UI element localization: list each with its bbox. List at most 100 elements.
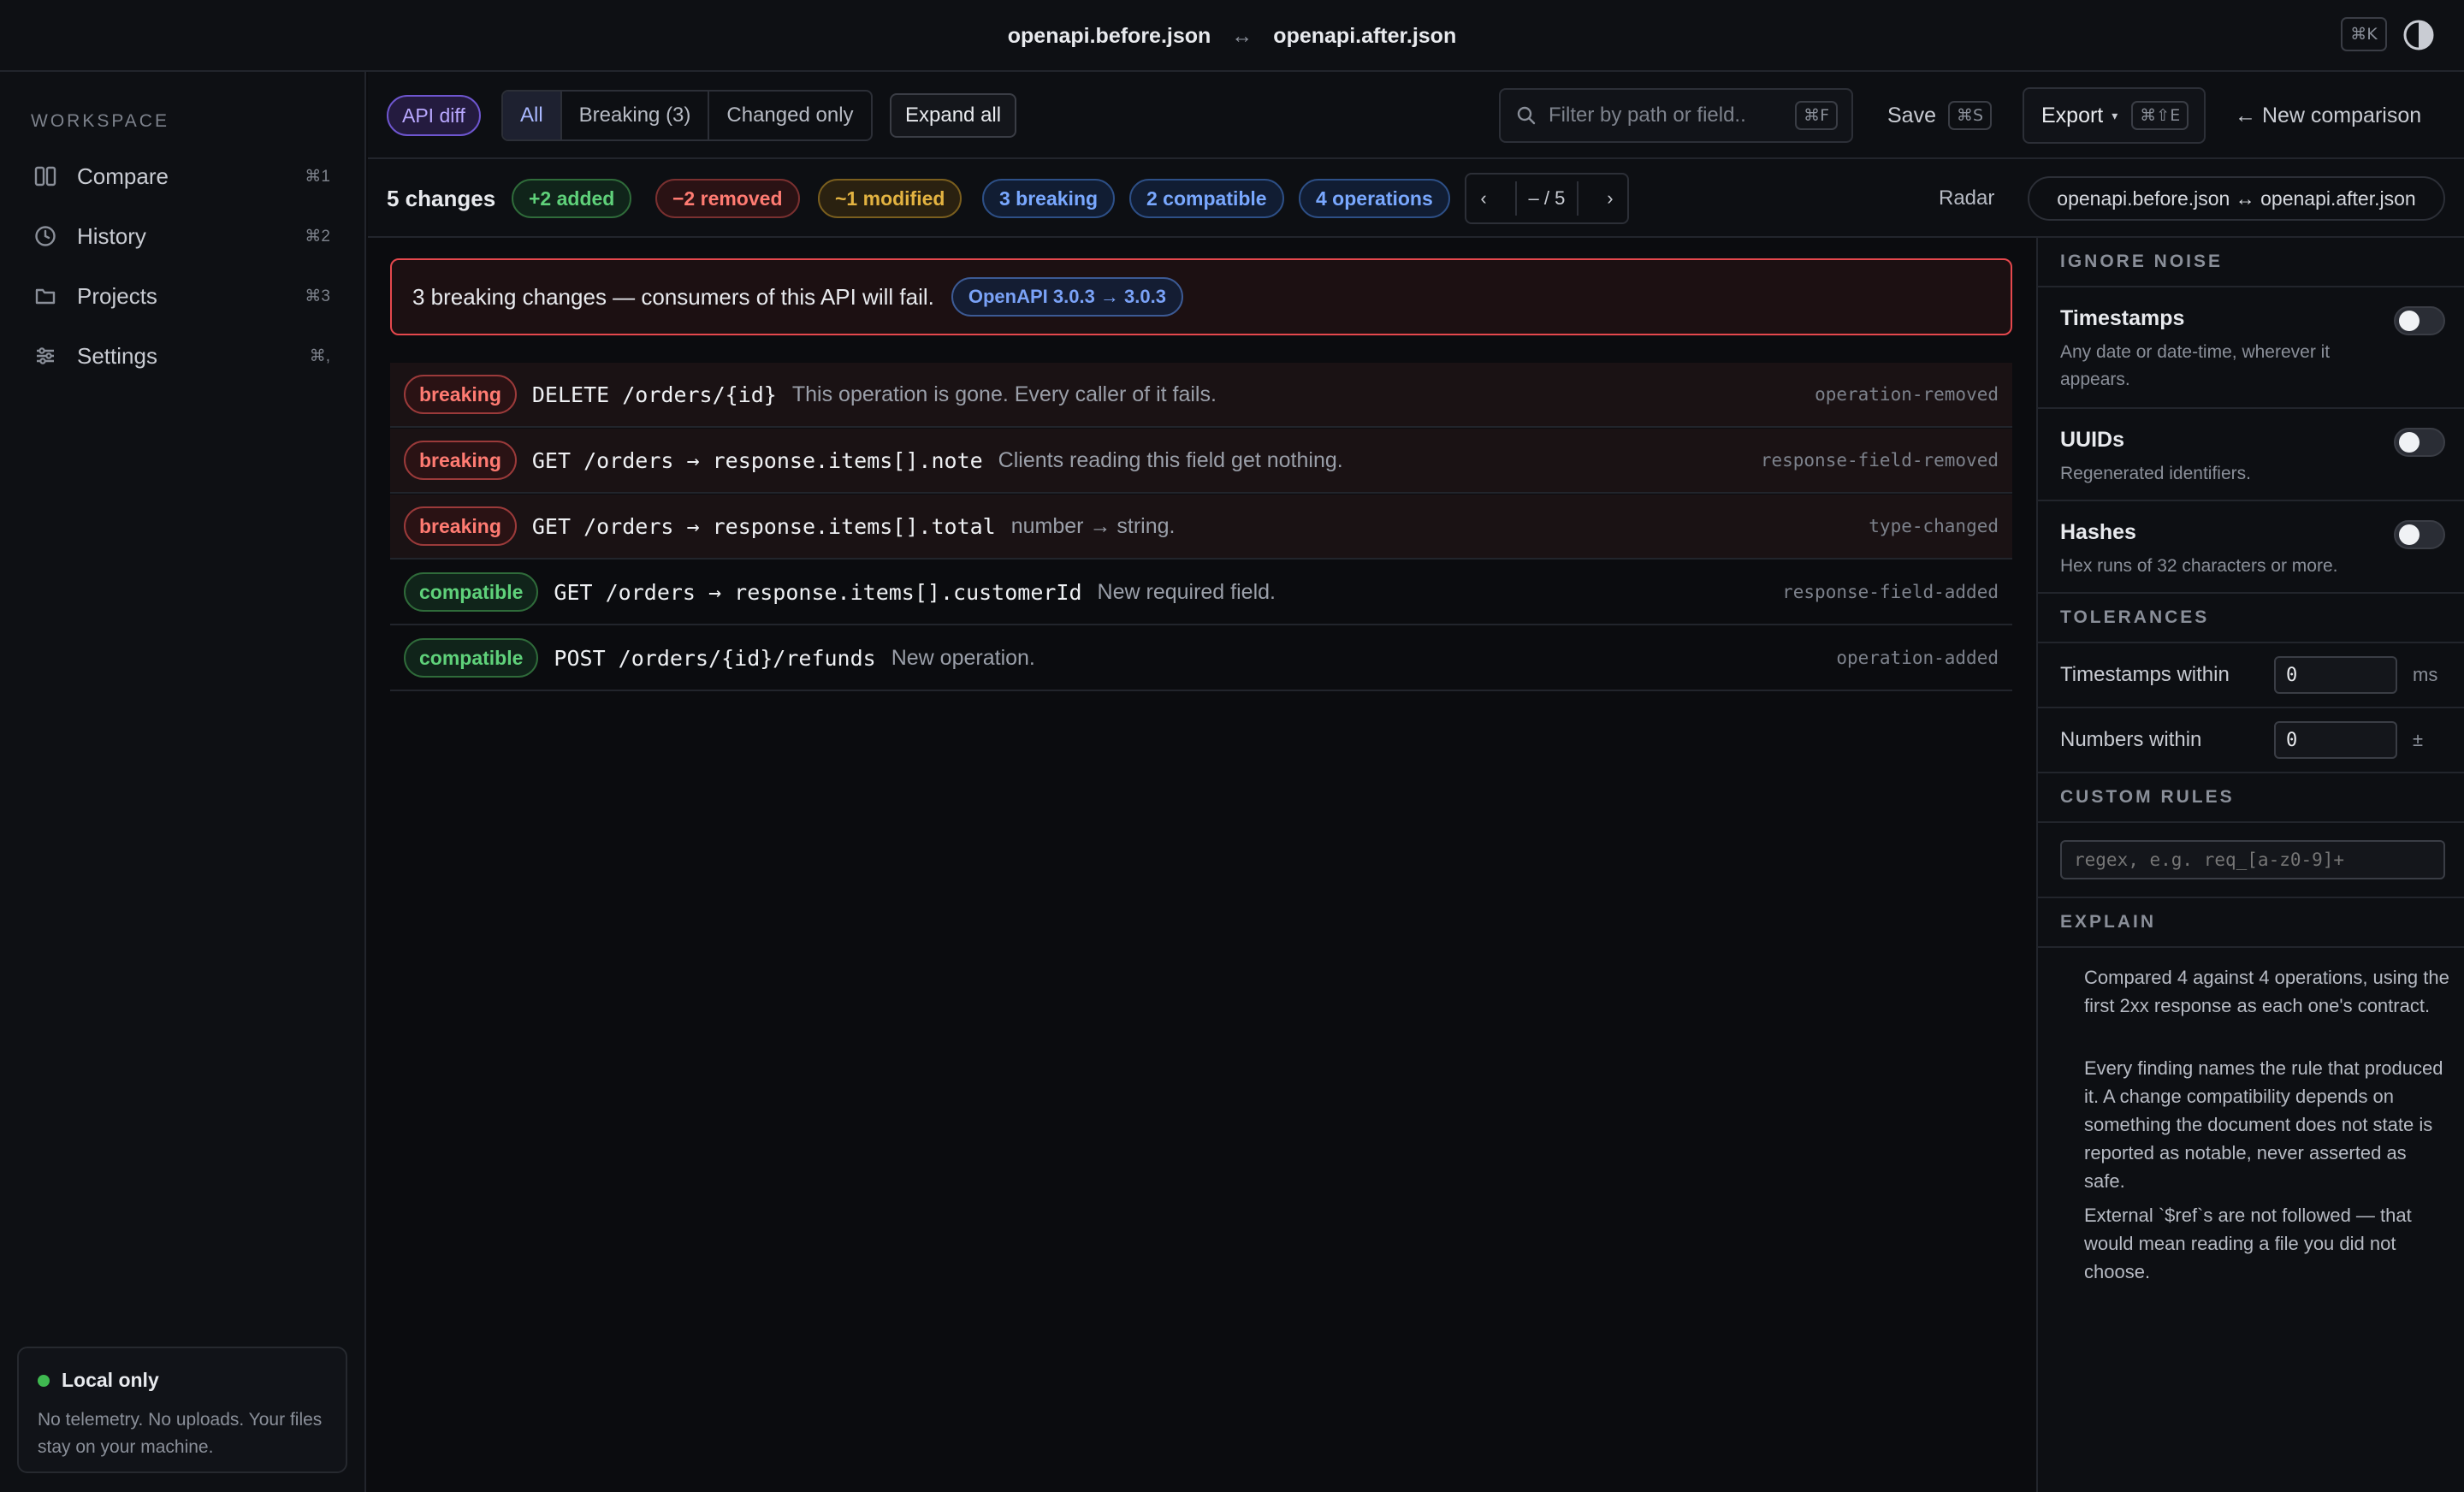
folder-icon <box>33 283 58 309</box>
uuids-toggle-row: UUIDs Regenerated identifiers. <box>2038 409 2464 501</box>
section-title: CUSTOM RULES <box>2060 787 2235 807</box>
filter-changed-only[interactable]: Changed only <box>709 92 870 139</box>
pager-position: – / 5 <box>1514 181 1579 216</box>
mode-pill[interactable]: API diff <box>387 95 481 136</box>
sidebar-item-label: Settings <box>77 342 157 369</box>
change-path: POST /orders/{id}/refunds <box>554 645 876 671</box>
sidebar-item-history[interactable]: History ⌘2 <box>24 212 342 260</box>
tolerance-label: Numbers within <box>2060 728 2202 751</box>
rule-name: operation-removed <box>1815 384 1999 405</box>
after-file-name: openapi.after.json <box>1273 23 1457 48</box>
columns-icon <box>33 163 58 189</box>
numbers-tolerance-row: Numbers within ± <box>2038 708 2464 773</box>
sidebar-item-projects[interactable]: Projects ⌘3 <box>24 272 342 320</box>
summary-bar: 5 changes +2 added −2 removed ~1 modifie… <box>368 159 2464 238</box>
modified-chip[interactable]: ~1 modified <box>818 179 962 218</box>
sidebar-item-settings[interactable]: Settings ⌘, <box>24 332 342 380</box>
uuids-toggle[interactable] <box>2394 428 2445 457</box>
toggle-knob <box>2399 524 2420 545</box>
new-comparison-button[interactable]: ← New comparison <box>2235 93 2421 138</box>
toggle-description: Hex runs of 32 characters or more. <box>2060 556 2338 576</box>
change-row[interactable]: breaking DELETE /orders/{id} This operat… <box>390 363 2012 428</box>
theme-toggle-icon[interactable] <box>2402 19 2435 51</box>
prev-change-button[interactable]: ‹ <box>1480 187 1486 210</box>
hashes-toggle-row: Hashes Hex runs of 32 characters or more… <box>2038 501 2464 594</box>
filter-breaking[interactable]: Breaking (3) <box>562 92 710 139</box>
export-button[interactable]: Export ▾ ⌘⇧E <box>2023 87 2206 144</box>
toggle-name: UUIDs <box>2060 428 2125 452</box>
pager-total: 5 <box>1555 187 1566 209</box>
save-button[interactable]: Save ⌘S <box>1887 93 1993 138</box>
breaking-banner: 3 breaking changes — consumers of this A… <box>390 258 2012 335</box>
sidebar-item-shortcut: ⌘2 <box>305 227 330 246</box>
clock-icon <box>33 223 58 249</box>
timestamps-tolerance-input[interactable] <box>2274 656 2397 694</box>
toolbar: API diff All Breaking (3) Changed only E… <box>368 72 2464 159</box>
filter-search-input[interactable]: Filter by path or field.. ⌘F <box>1499 88 1853 143</box>
change-row[interactable]: compatible POST /orders/{id}/refunds New… <box>390 626 2012 691</box>
openapi-version-badge: OpenAPI 3.0.3 → 3.0.3 <box>951 277 1183 317</box>
timestamps-toggle-row: Timestamps Any date or date-time, wherev… <box>2038 287 2464 409</box>
added-chip[interactable]: +2 added <box>512 179 632 218</box>
sidebar-item-label: Projects <box>77 282 157 309</box>
change-row[interactable]: breaking GET /orders → response.items[].… <box>390 429 2012 494</box>
save-label: Save <box>1887 103 1936 127</box>
explain-paragraph: External `$ref`s are not followed — that… <box>2084 1205 2412 1282</box>
settings-panel: IGNORE NOISE Timestamps Any date or date… <box>2036 238 2464 1492</box>
removed-chip[interactable]: −2 removed <box>655 179 800 218</box>
rule-name: type-changed <box>1869 516 1999 536</box>
toggle-description: Any date or date-time, wherever it appea… <box>2060 342 2331 389</box>
tolerances-section: TOLERANCES <box>2038 594 2464 643</box>
sidebar-item-shortcut: ⌘1 <box>305 167 330 186</box>
next-change-button[interactable]: › <box>1607 187 1613 210</box>
swap-arrow-icon: ↔ <box>1231 23 1253 48</box>
change-description: New required field. <box>1097 579 1276 604</box>
command-palette-shortcut[interactable]: ⌘K <box>2341 17 2387 51</box>
breaking-chip[interactable]: 3 breaking <box>982 179 1116 218</box>
expand-all-button[interactable]: Expand all <box>890 93 1017 138</box>
numbers-tolerance-input[interactable] <box>2274 721 2397 759</box>
operations-chip[interactable]: 4 operations <box>1299 179 1450 218</box>
explain-paragraph: Every finding names the rule that produc… <box>2084 1057 2443 1192</box>
sidebar-item-compare[interactable]: Compare ⌘1 <box>24 152 342 200</box>
sidebar-item-shortcut: ⌘, <box>309 346 330 365</box>
pager-sep: / <box>1543 187 1550 209</box>
explain-paragraph: Compared 4 against 4 operations, using t… <box>2084 967 2449 1016</box>
change-row[interactable]: compatible GET /orders → response.items[… <box>390 560 2012 625</box>
change-row[interactable]: breaking GET /orders → response.items[].… <box>390 494 2012 560</box>
toggle-description: Regenerated identifiers. <box>2060 464 2251 483</box>
hashes-toggle[interactable] <box>2394 520 2445 549</box>
change-description: This operation is gone. Every caller of … <box>791 382 1217 406</box>
radar-link[interactable]: Radar <box>1939 159 1994 238</box>
search-shortcut: ⌘F <box>1795 101 1838 130</box>
change-pager: ‹ – / 5 › <box>1465 173 1629 224</box>
title-bar: openapi.before.json ↔ openapi.after.json… <box>0 0 2464 72</box>
rule-name: response-field-removed <box>1760 450 1999 471</box>
export-shortcut: ⌘⇧E <box>2131 101 2189 130</box>
local-only-description: No telemetry. No uploads. Your files sta… <box>38 1410 323 1457</box>
rule-name: operation-added <box>1836 648 1999 668</box>
toggle-name: Timestamps <box>2060 306 2185 330</box>
change-path: DELETE /orders/{id} <box>531 382 777 407</box>
save-shortcut: ⌘S <box>1947 101 1993 130</box>
timestamps-toggle[interactable] <box>2394 306 2445 335</box>
pager-current: – <box>1528 187 1539 209</box>
sidebar-item-shortcut: ⌘3 <box>305 287 330 305</box>
section-title: IGNORE NOISE <box>2060 252 2224 271</box>
tolerance-label: Timestamps within <box>2060 663 2230 686</box>
change-path: GET /orders → response.items[].customerI… <box>554 579 1082 605</box>
toggle-knob <box>2399 311 2420 331</box>
kind-badge: compatible <box>404 638 539 678</box>
timestamps-tolerance-row: Timestamps within ms <box>2038 643 2464 708</box>
change-count: 5 changes <box>387 185 496 211</box>
tolerance-unit: ± <box>2413 729 2424 750</box>
toggle-knob <box>2399 432 2420 453</box>
filter-all[interactable]: All <box>503 92 562 139</box>
kind-badge: breaking <box>404 506 517 546</box>
caret-down-icon: ▾ <box>2112 108 2118 122</box>
before-file-name: openapi.before.json <box>1007 23 1211 48</box>
custom-rules-section: CUSTOM RULES <box>2038 773 2464 823</box>
section-title: EXPLAIN <box>2060 912 2157 932</box>
local-only-label: Local only <box>62 1369 159 1391</box>
compatible-chip[interactable]: 2 compatible <box>1129 179 1284 218</box>
